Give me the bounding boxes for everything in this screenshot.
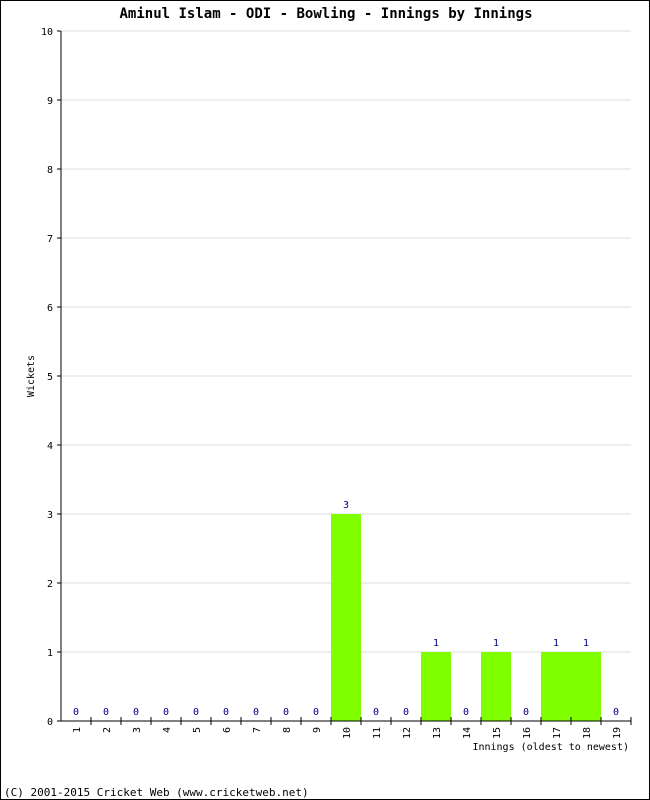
x-tick-label: 5 [192, 727, 203, 733]
x-tick-label: 15 [492, 727, 503, 739]
x-tick-label: 16 [522, 727, 533, 739]
y-tick-label: 6 [47, 303, 53, 314]
value-label: 0 [253, 707, 259, 718]
x-tick-label: 1 [72, 727, 83, 733]
x-tick-label: 17 [552, 727, 563, 739]
y-tick-label: 3 [47, 510, 53, 521]
value-label: 0 [193, 707, 199, 718]
bar [421, 652, 451, 721]
bar [331, 514, 361, 721]
x-tick-label: 4 [162, 727, 173, 733]
y-tick-label: 10 [41, 27, 53, 38]
x-tick-label: 6 [222, 727, 233, 733]
bar [541, 652, 571, 721]
x-tick-label: 10 [342, 727, 353, 739]
value-label: 0 [283, 707, 289, 718]
y-axis-label: Wickets [26, 355, 37, 397]
bars: 0 0 0 0 0 0 0 0 0 3 0 0 1 0 1 0 1 1 0 [73, 500, 619, 721]
value-label: 0 [613, 707, 619, 718]
value-label: 0 [103, 707, 109, 718]
copyright-text: (C) 2001-2015 Cricket Web (www.cricketwe… [4, 786, 309, 799]
chart: Aminul Islam - ODI - Bowling - Innings b… [4, 6, 632, 799]
y-tick-label: 8 [47, 165, 53, 176]
bar [481, 652, 511, 721]
value-label: 1 [583, 638, 589, 649]
x-tick-label: 9 [312, 727, 323, 733]
chart-title: Aminul Islam - ODI - Bowling - Innings b… [119, 6, 532, 22]
y-tick-label: 9 [47, 96, 53, 107]
value-label: 1 [553, 638, 559, 649]
x-tick-label: 13 [432, 727, 443, 739]
value-label: 0 [163, 707, 169, 718]
value-label: 0 [373, 707, 379, 718]
y-tick-label: 2 [47, 579, 53, 590]
value-label: 0 [313, 707, 319, 718]
y-tick-label: 0 [47, 717, 53, 728]
y-tick-label: 7 [47, 234, 53, 245]
value-label: 1 [493, 638, 499, 649]
value-label: 0 [223, 707, 229, 718]
x-tick-label: 11 [372, 727, 383, 739]
y-tick-label: 1 [47, 648, 53, 659]
value-label: 0 [463, 707, 469, 718]
value-label: 0 [133, 707, 139, 718]
chart-frame: Aminul Islam - ODI - Bowling - Innings b… [0, 0, 650, 800]
y-tick-label: 4 [47, 441, 53, 452]
x-tick-label: 19 [612, 727, 623, 739]
value-label: 0 [403, 707, 409, 718]
x-tick-label: 12 [402, 727, 413, 739]
x-tick-label: 14 [462, 727, 473, 739]
value-label: 1 [433, 638, 439, 649]
value-label: 0 [73, 707, 79, 718]
x-tick-label: 7 [252, 727, 263, 733]
bar [571, 652, 601, 721]
x-tick-label: 18 [582, 727, 593, 739]
x-tick-label: 3 [132, 727, 143, 733]
y-tick-label: 5 [47, 372, 53, 383]
x-tick-label: 8 [282, 727, 293, 733]
value-label: 0 [523, 707, 529, 718]
x-axis-label: Innings (oldest to newest) [472, 742, 629, 753]
x-tick-label: 2 [102, 727, 113, 733]
value-label: 3 [343, 500, 349, 511]
